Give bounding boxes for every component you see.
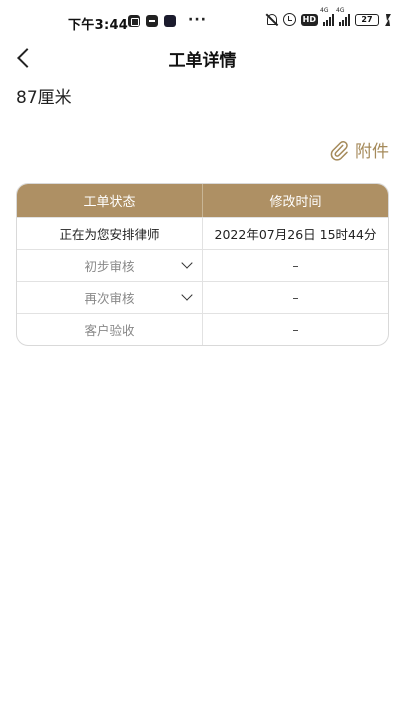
table-row: 客户验收 – <box>17 313 388 345</box>
alarm-clock-icon <box>282 13 296 26</box>
table-header: 工单状态 修改时间 <box>17 184 388 217</box>
header-modified-time: 修改时间 <box>202 184 388 217</box>
network-type-label: 4G <box>320 7 329 14</box>
time-cell: – <box>202 314 388 345</box>
chevron-down-icon[interactable] <box>181 291 193 303</box>
battery-level: 27 <box>361 14 373 24</box>
more-notifications-icon: ··· <box>188 12 207 28</box>
table-row[interactable]: 再次审核 – <box>17 281 388 313</box>
app-notification-icon <box>128 15 140 27</box>
battery-icon: 27 <box>355 13 379 26</box>
paperclip-icon <box>330 140 348 161</box>
table-row[interactable]: 初步审核 – <box>17 249 388 281</box>
status-label: 初步审核 <box>84 259 135 274</box>
status-time: 下午3:44 <box>68 18 129 33</box>
status-cell: 正在为您安排律师 <box>59 227 160 242</box>
time-cell: 2022年07月26日 15时44分 <box>202 218 388 249</box>
status-label: 再次审核 <box>84 291 135 306</box>
signal-strength-icon: 4G <box>320 7 334 26</box>
page-title: 工单详情 <box>168 51 237 71</box>
status-cell: 客户验收 <box>84 323 135 338</box>
system-icons: HD 4G 4G 27 <box>265 7 391 26</box>
status-cell: 再次审核 <box>17 282 202 313</box>
time-cell: – <box>202 250 388 281</box>
mute-bell-icon <box>265 13 278 26</box>
nav-bar: 工单详情 <box>0 40 405 76</box>
signal-strength-icon-2: 4G <box>336 7 350 26</box>
status-bar: 下午3:44 ··· HD 4G 4G 27 <box>0 0 405 44</box>
charging-icon <box>384 14 391 26</box>
table-row: 正在为您安排律师 2022年07月26日 15时44分 <box>17 217 388 249</box>
app-notification-icon-dark <box>164 15 176 27</box>
measurement-text: 87厘米 <box>16 88 72 108</box>
gallery-notification-icon <box>146 15 158 27</box>
notification-icons <box>128 15 176 27</box>
network-type-label-2: 4G <box>336 7 345 14</box>
status-cell: 初步审核 <box>17 250 202 281</box>
header-status: 工单状态 <box>83 195 136 210</box>
hd-voice-icon: HD <box>300 13 318 26</box>
time-cell: – <box>202 282 388 313</box>
chevron-down-icon[interactable] <box>181 259 193 271</box>
attachment-label: 附件 <box>355 142 389 162</box>
order-status-table: 工单状态 修改时间 正在为您安排律师 2022年07月26日 15时44分 初步… <box>16 183 389 346</box>
attachment-button[interactable]: 附件 <box>329 137 389 162</box>
